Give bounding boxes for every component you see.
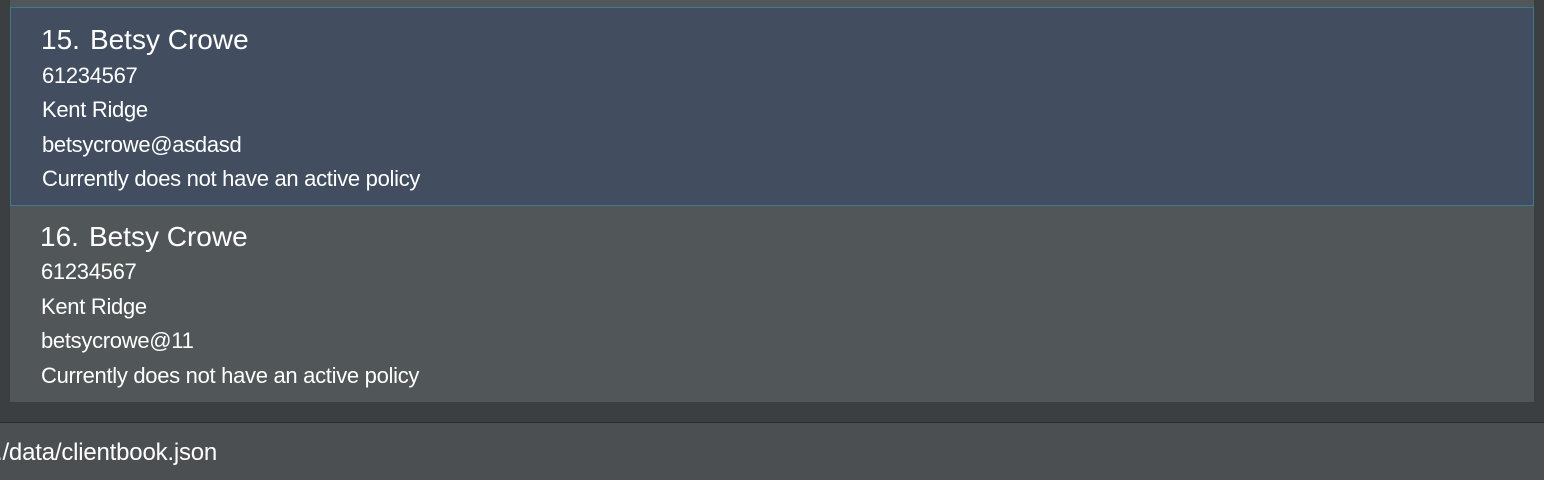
person-list-panel[interactable]: 15. Betsy Crowe 61234567 Kent Ridge betsy… [0, 0, 1544, 412]
save-file-path: ./data/clientbook.json [0, 439, 218, 466]
person-address: Kent Ridge [42, 97, 148, 122]
person-phone: 61234567 [42, 63, 138, 88]
person-index: 16. [40, 221, 79, 252]
person-card-selected[interactable]: 15. Betsy Crowe 61234567 Kent Ridge betsy… [10, 7, 1534, 206]
status-bar: ./data/clientbook.json [0, 423, 1544, 480]
person-email: betsycrowe@11 [41, 328, 194, 353]
person-index: 15. [41, 24, 80, 55]
person-policy: Currently does not have an active policy [41, 363, 420, 388]
person-policy: Currently does not have an active policy [42, 166, 421, 191]
person-card-header: 16. Betsy Crowe [40, 221, 248, 253]
person-card[interactable]: 16. Betsy Crowe 61234567 Kent Ridge betsy… [10, 206, 1534, 402]
person-address: Kent Ridge [41, 294, 147, 319]
person-card-header: 15. Betsy Crowe [41, 24, 249, 56]
person-phone: 61234567 [41, 259, 137, 284]
person-card-partial[interactable] [10, 0, 1534, 7]
person-list[interactable]: 15. Betsy Crowe 61234567 Kent Ridge betsy… [10, 0, 1534, 402]
person-name: Betsy Crowe [89, 24, 249, 55]
app-window: 15. Betsy Crowe 61234567 Kent Ridge betsy… [0, 0, 1544, 480]
list-scrollbar[interactable] [1534, 150, 1544, 402]
person-name: Betsy Crowe [88, 221, 248, 252]
person-email: betsycrowe@asdasd [42, 132, 242, 157]
